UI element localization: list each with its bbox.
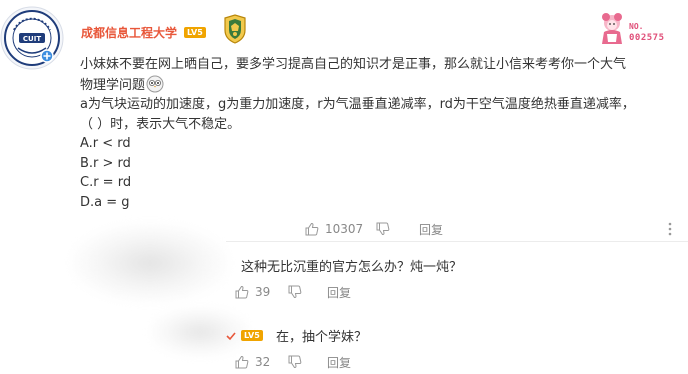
option-b: B.r > rd [80,155,131,171]
level-badge: LV5 [184,27,206,38]
post-dislike-button[interactable] [376,220,390,238]
post-reply-button[interactable]: 回复 [419,220,443,238]
owl-emoji-icon [146,75,164,92]
username[interactable]: 成都信息工程大学 [81,24,177,41]
number-value: 002575 [629,33,665,43]
post-like-count: 10307 [325,222,364,236]
cuit-logo[interactable]: CUIT [0,6,64,70]
reply-level-badge: LV5 [241,330,263,341]
reply-like-count: 39 [255,285,271,299]
post-line: 物理学问题 [80,75,678,96]
number-label: NO. [629,22,644,31]
reply-reply-button[interactable]: 回复 [327,283,351,301]
reply-like-count: 32 [255,355,271,369]
thumbs-down-icon [376,222,390,236]
thumbs-up-icon [235,355,249,369]
author-mark-icon [226,332,236,341]
reply-text: 在，抽个学妹？ [276,330,368,345]
reply-divider [226,241,688,242]
reply-like-button[interactable]: 32 [235,353,270,371]
post-line-text: 物理学问题 [80,77,146,93]
reply-reply-button[interactable]: 回复 [327,353,351,371]
option-d: D.a = g [80,194,130,210]
option-c: C.r = rd [80,175,132,190]
svg-text:CUIT: CUIT [23,35,41,43]
post-like-button[interactable]: 10307 [305,220,363,238]
post-content: 小妹妹不要在网上晒自己，要多学习提高自己的知识才是正事，那么就让小信来考考你一个… [80,55,678,212]
thumbs-down-icon [288,285,302,299]
post-line: a为气块运动的加速度，g为重力加速度，r为气温垂直递减率，rd为干空气温度绝热垂… [80,97,635,112]
reply-dislike-button[interactable] [288,353,302,371]
reply-like-button[interactable]: 39 [235,283,270,301]
post-line: 小妹妹不要在网上晒自己，要多学习提高自己的知识才是正事，那么就让小信来考考你一个… [80,57,627,72]
thumbs-up-icon [235,285,249,299]
reply-dislike-button[interactable] [288,283,302,301]
reply-text: 这种无比沉重的官方怎么办？炖一炖？ [241,260,463,275]
thumbs-up-icon [305,222,319,236]
more-icon[interactable] [668,222,672,236]
post-line: （ ）时，表示大气不稳定。 [80,116,241,132]
medal-icon [224,14,246,44]
blurred-user-avatar [70,223,230,303]
thumbs-down-icon [288,355,302,369]
anime-ornament [602,13,622,44]
option-a: A.r < rd [80,136,131,151]
